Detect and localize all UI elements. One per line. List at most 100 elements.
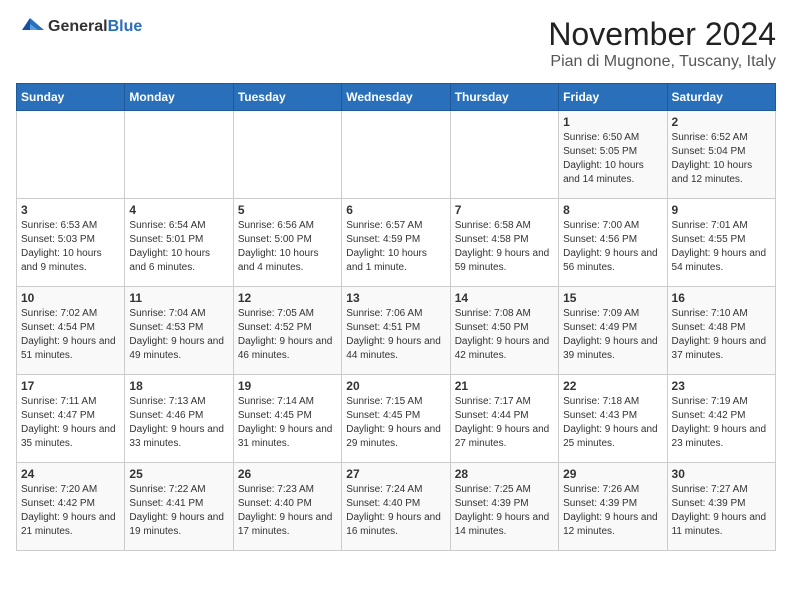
day-info: Sunrise: 7:05 AM Sunset: 4:52 PM Dayligh… [238, 307, 337, 363]
calendar-table: SundayMondayTuesdayWednesdayThursdayFrid… [16, 83, 776, 551]
day-number: 21 [455, 379, 554, 393]
calendar-cell: 6 Sunrise: 6:57 AM Sunset: 4:59 PM Daylig… [342, 199, 450, 287]
day-info: Sunrise: 7:00 AM Sunset: 4:56 PM Dayligh… [563, 219, 662, 275]
day-number: 17 [21, 379, 120, 393]
calendar-week-row: 10 Sunrise: 7:02 AM Sunset: 4:54 PM Dayli… [17, 287, 776, 375]
day-info: Sunrise: 7:06 AM Sunset: 4:51 PM Dayligh… [346, 307, 445, 363]
day-info: Sunrise: 6:58 AM Sunset: 4:58 PM Dayligh… [455, 219, 554, 275]
day-number: 24 [21, 467, 120, 481]
day-number: 19 [238, 379, 337, 393]
day-number: 11 [129, 291, 228, 305]
calendar-cell: 10 Sunrise: 7:02 AM Sunset: 4:54 PM Dayli… [17, 287, 125, 375]
calendar-cell: 28 Sunrise: 7:25 AM Sunset: 4:39 PM Dayli… [450, 463, 558, 551]
day-number: 18 [129, 379, 228, 393]
calendar-cell: 26 Sunrise: 7:23 AM Sunset: 4:40 PM Dayli… [233, 463, 341, 551]
calendar-cell: 25 Sunrise: 7:22 AM Sunset: 4:41 PM Dayli… [125, 463, 233, 551]
day-number: 27 [346, 467, 445, 481]
day-number: 26 [238, 467, 337, 481]
weekday-header-wednesday: Wednesday [342, 84, 450, 111]
weekday-header-monday: Monday [125, 84, 233, 111]
calendar-cell: 5 Sunrise: 6:56 AM Sunset: 5:00 PM Daylig… [233, 199, 341, 287]
day-info: Sunrise: 7:15 AM Sunset: 4:45 PM Dayligh… [346, 395, 445, 451]
day-info: Sunrise: 7:23 AM Sunset: 4:40 PM Dayligh… [238, 483, 337, 539]
day-number: 10 [21, 291, 120, 305]
day-info: Sunrise: 7:11 AM Sunset: 4:47 PM Dayligh… [21, 395, 120, 451]
weekday-header-tuesday: Tuesday [233, 84, 341, 111]
logo-icon [16, 16, 44, 38]
day-info: Sunrise: 7:02 AM Sunset: 4:54 PM Dayligh… [21, 307, 120, 363]
calendar-cell: 8 Sunrise: 7:00 AM Sunset: 4:56 PM Daylig… [559, 199, 667, 287]
day-number: 7 [455, 203, 554, 217]
day-number: 16 [672, 291, 771, 305]
calendar-cell [125, 111, 233, 199]
day-number: 25 [129, 467, 228, 481]
day-info: Sunrise: 7:14 AM Sunset: 4:45 PM Dayligh… [238, 395, 337, 451]
day-number: 29 [563, 467, 662, 481]
day-info: Sunrise: 6:53 AM Sunset: 5:03 PM Dayligh… [21, 219, 120, 275]
day-info: Sunrise: 7:01 AM Sunset: 4:55 PM Dayligh… [672, 219, 771, 275]
day-info: Sunrise: 7:25 AM Sunset: 4:39 PM Dayligh… [455, 483, 554, 539]
calendar-cell [17, 111, 125, 199]
day-number: 23 [672, 379, 771, 393]
calendar-cell: 20 Sunrise: 7:15 AM Sunset: 4:45 PM Dayli… [342, 375, 450, 463]
day-number: 30 [672, 467, 771, 481]
calendar-cell: 27 Sunrise: 7:24 AM Sunset: 4:40 PM Dayli… [342, 463, 450, 551]
title-area: November 2024 Pian di Mugnone, Tuscany, … [548, 16, 776, 71]
calendar-cell: 13Sunrise: 7:06 AM Sunset: 4:51 PM Dayli… [342, 287, 450, 375]
weekday-header-thursday: Thursday [450, 84, 558, 111]
day-info: Sunrise: 7:17 AM Sunset: 4:44 PM Dayligh… [455, 395, 554, 451]
weekday-header-friday: Friday [559, 84, 667, 111]
calendar-week-row: 1 Sunrise: 6:50 AM Sunset: 5:05 PM Daylig… [17, 111, 776, 199]
day-info: Sunrise: 7:10 AM Sunset: 4:48 PM Dayligh… [672, 307, 771, 363]
day-info: Sunrise: 7:26 AM Sunset: 4:39 PM Dayligh… [563, 483, 662, 539]
day-info: Sunrise: 7:04 AM Sunset: 4:53 PM Dayligh… [129, 307, 228, 363]
calendar-cell [342, 111, 450, 199]
logo-text-general: General [48, 18, 108, 35]
calendar-cell: 23Sunrise: 7:19 AM Sunset: 4:42 PM Dayli… [667, 375, 775, 463]
calendar-cell: 19 Sunrise: 7:14 AM Sunset: 4:45 PM Dayli… [233, 375, 341, 463]
day-info: Sunrise: 7:27 AM Sunset: 4:39 PM Dayligh… [672, 483, 771, 539]
day-number: 28 [455, 467, 554, 481]
day-number: 4 [129, 203, 228, 217]
day-number: 15 [563, 291, 662, 305]
calendar-cell [450, 111, 558, 199]
calendar-week-row: 24 Sunrise: 7:20 AM Sunset: 4:42 PM Dayli… [17, 463, 776, 551]
calendar-cell: 21 Sunrise: 7:17 AM Sunset: 4:44 PM Dayli… [450, 375, 558, 463]
calendar-week-row: 3Sunrise: 6:53 AM Sunset: 5:03 PM Daylig… [17, 199, 776, 287]
day-info: Sunrise: 7:09 AM Sunset: 4:49 PM Dayligh… [563, 307, 662, 363]
location-title: Pian di Mugnone, Tuscany, Italy [548, 53, 776, 71]
calendar-cell: 24 Sunrise: 7:20 AM Sunset: 4:42 PM Dayli… [17, 463, 125, 551]
logo: GeneralBlue [16, 16, 142, 38]
day-number: 20 [346, 379, 445, 393]
calendar-cell: 3Sunrise: 6:53 AM Sunset: 5:03 PM Daylig… [17, 199, 125, 287]
day-info: Sunrise: 7:22 AM Sunset: 4:41 PM Dayligh… [129, 483, 228, 539]
day-number: 1 [563, 115, 662, 129]
day-info: Sunrise: 6:56 AM Sunset: 5:00 PM Dayligh… [238, 219, 337, 275]
day-number: 8 [563, 203, 662, 217]
calendar-cell: 22 Sunrise: 7:18 AM Sunset: 4:43 PM Dayli… [559, 375, 667, 463]
day-number: 12 [238, 291, 337, 305]
day-number: 2 [672, 115, 771, 129]
calendar-cell [233, 111, 341, 199]
day-info: Sunrise: 6:52 AM Sunset: 5:04 PM Dayligh… [672, 131, 771, 187]
weekday-header-saturday: Saturday [667, 84, 775, 111]
calendar-cell: 16 Sunrise: 7:10 AM Sunset: 4:48 PM Dayli… [667, 287, 775, 375]
calendar-cell: 17 Sunrise: 7:11 AM Sunset: 4:47 PM Dayli… [17, 375, 125, 463]
day-info: Sunrise: 7:18 AM Sunset: 4:43 PM Dayligh… [563, 395, 662, 451]
day-info: Sunrise: 6:57 AM Sunset: 4:59 PM Dayligh… [346, 219, 445, 275]
calendar-cell: 15 Sunrise: 7:09 AM Sunset: 4:49 PM Dayli… [559, 287, 667, 375]
day-number: 22 [563, 379, 662, 393]
day-info: Sunrise: 7:20 AM Sunset: 4:42 PM Dayligh… [21, 483, 120, 539]
calendar-cell: 14Sunrise: 7:08 AM Sunset: 4:50 PM Dayli… [450, 287, 558, 375]
day-info: Sunrise: 7:13 AM Sunset: 4:46 PM Dayligh… [129, 395, 228, 451]
day-info: Sunrise: 7:24 AM Sunset: 4:40 PM Dayligh… [346, 483, 445, 539]
calendar-week-row: 17 Sunrise: 7:11 AM Sunset: 4:47 PM Dayli… [17, 375, 776, 463]
day-number: 6 [346, 203, 445, 217]
day-number: 9 [672, 203, 771, 217]
day-number: 5 [238, 203, 337, 217]
logo-text-blue: Blue [108, 18, 143, 35]
calendar-cell: 30 Sunrise: 7:27 AM Sunset: 4:39 PM Dayli… [667, 463, 775, 551]
day-info: Sunrise: 6:50 AM Sunset: 5:05 PM Dayligh… [563, 131, 662, 187]
calendar-cell: 9 Sunrise: 7:01 AM Sunset: 4:55 PM Daylig… [667, 199, 775, 287]
calendar-cell: 11 Sunrise: 7:04 AM Sunset: 4:53 PM Dayli… [125, 287, 233, 375]
